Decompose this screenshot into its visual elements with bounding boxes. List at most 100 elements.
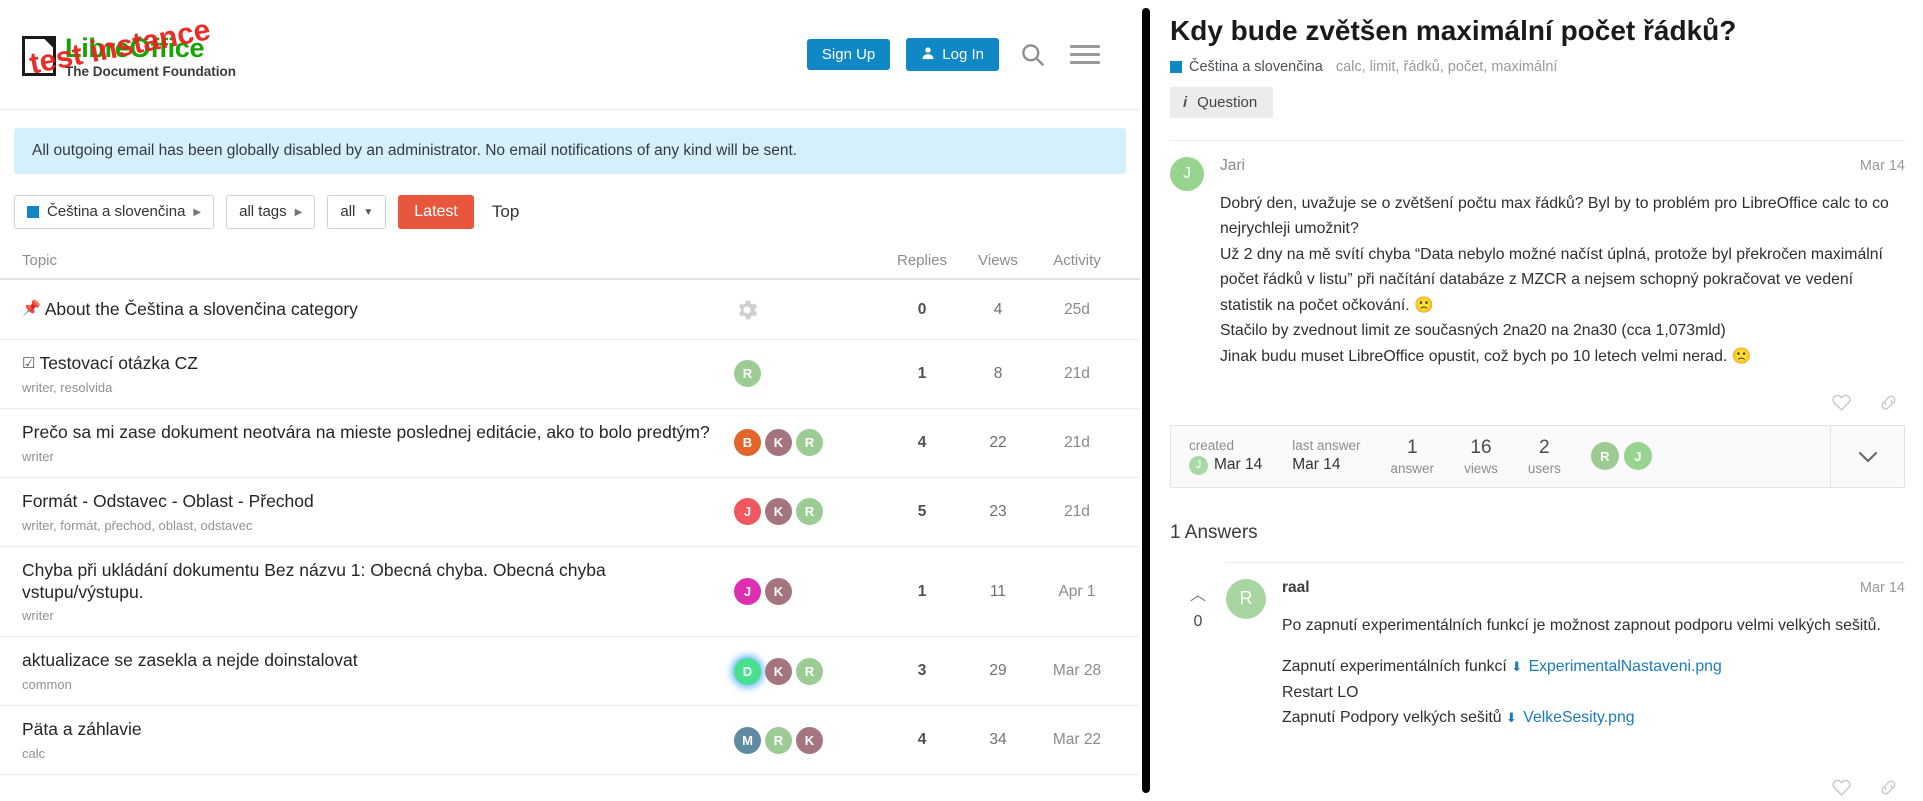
replies-count: 5	[917, 502, 927, 520]
avatar[interactable]: K	[765, 429, 792, 457]
column-header-activity: Activity	[1053, 252, 1101, 269]
summary-created: created J Mar 14	[1189, 438, 1262, 475]
heart-icon[interactable]	[1831, 392, 1852, 413]
summary-answers-label: answer	[1390, 460, 1435, 476]
scope-filter-dropdown[interactable]: all ▼	[327, 194, 387, 230]
activity-date: 21d	[1064, 364, 1090, 382]
avatar[interactable]: M	[734, 726, 761, 754]
question-category[interactable]: Čeština a slovenčina	[1170, 59, 1323, 75]
summary-last-answer-value[interactable]: Mar 14	[1292, 456, 1340, 474]
replies-count: 4	[917, 731, 927, 749]
avatar[interactable]: J	[1170, 156, 1204, 191]
avatar[interactable]: K	[796, 726, 823, 754]
heart-icon[interactable]	[1831, 777, 1852, 798]
avatar[interactable]: K	[765, 657, 792, 685]
post-author[interactable]: Jari	[1220, 157, 1245, 175]
pane-divider	[1140, 0, 1152, 801]
category-color-swatch	[27, 206, 39, 218]
participant-avatars: BKR	[734, 429, 884, 457]
pin-icon: 📌	[22, 300, 41, 318]
search-icon[interactable]	[1015, 37, 1050, 72]
category-filter-label: Čeština a slovenčina	[47, 202, 186, 220]
summary-views: 16 views	[1464, 437, 1498, 476]
question-type-badge[interactable]: i Question	[1170, 86, 1274, 118]
avatar[interactable]: R	[1590, 442, 1619, 471]
topic-cell: ☑ Testovací otázka CZ writer, resolvida	[22, 353, 734, 395]
tags-filter-dropdown[interactable]: all tags ▶	[226, 194, 316, 230]
replies-count: 1	[917, 364, 927, 382]
table-row[interactable]: Prečo sa mi zase dokument neotvára na mi…	[0, 409, 1140, 478]
avatar[interactable]: J	[734, 498, 761, 526]
topic-title-text: Päta a záhlavie	[22, 719, 142, 740]
participant-avatars: DKR	[734, 657, 884, 685]
avatar[interactable]: J	[1623, 442, 1652, 471]
topic-tags[interactable]: writer	[22, 449, 718, 464]
forum-list-pane: LibreOffice The Document Foundation test…	[0, 0, 1140, 801]
page-root: LibreOffice The Document Foundation test…	[0, 0, 1923, 801]
gear-icon	[734, 297, 884, 323]
tab-latest[interactable]: Latest	[398, 195, 474, 229]
chevron-down-icon: ▼	[363, 206, 374, 218]
log-in-button[interactable]: Log In	[906, 38, 999, 71]
table-row[interactable]: Päta a záhlavie calc M R K 4 34 Mar 22	[0, 706, 1140, 776]
attachment-link-2[interactable]: VelkeSesity.png	[1523, 709, 1634, 726]
answer-author[interactable]: raal	[1282, 579, 1310, 597]
topic-title-link[interactable]: Päta a záhlavie	[22, 719, 718, 741]
topic-title-text: Testovací otázka CZ	[39, 353, 198, 373]
avatar[interactable]: K	[765, 578, 792, 605]
site-logo[interactable]: LibreOffice The Document Foundation test…	[22, 13, 342, 90]
avatar[interactable]: K	[765, 498, 792, 526]
topic-tags[interactable]: common	[22, 677, 718, 692]
post-body-text: Dobrý den, uvažuje se o zvětšení počtu m…	[1220, 191, 1905, 370]
avatar[interactable]: J	[1189, 455, 1208, 475]
expand-summary-button[interactable]	[1830, 425, 1904, 487]
topic-title-link[interactable]: ☑ Testovací otázka CZ	[22, 353, 718, 375]
topic-title-link[interactable]: Chyba při ukládání dokumentu Bez názvu 1…	[22, 560, 718, 604]
avatar[interactable]: R	[734, 360, 761, 388]
attachment-link-1[interactable]: ExperimentalNastaveni.png	[1529, 658, 1722, 675]
tab-top[interactable]: Top	[486, 194, 525, 230]
topic-row-container: 📌 About the Čeština a slovenčina category…	[0, 280, 1140, 776]
table-row[interactable]: Formát - Odstavec - Oblast - Přechod writ…	[0, 478, 1140, 547]
avatar[interactable]: B	[734, 429, 761, 457]
avatar[interactable]: J	[734, 578, 761, 605]
avatar[interactable]: R	[796, 429, 823, 457]
answer-paragraph: Po zapnutí experimentálních funkcí je mo…	[1282, 616, 1881, 634]
topic-title-link[interactable]: aktualizace se zasekla a nejde doinstalo…	[22, 650, 718, 672]
tags-filter-label: all tags	[239, 202, 287, 220]
avatar[interactable]: R	[765, 726, 792, 754]
summary-created-label: created	[1189, 437, 1235, 453]
hamburger-menu-icon[interactable]	[1066, 41, 1104, 68]
category-filter-dropdown[interactable]: Čeština a slovenčina ▶	[14, 194, 215, 230]
answer-line-2-text: Restart LO	[1282, 683, 1359, 701]
avatar[interactable]: R	[796, 498, 823, 526]
summary-created-value: Mar 14	[1214, 456, 1263, 474]
table-row[interactable]: Chyba při ukládání dokumentu Bez názvu 1…	[0, 547, 1140, 638]
activity-date: 21d	[1064, 502, 1090, 520]
topic-tags[interactable]: writer, formát, přechod, oblast, odstave…	[22, 518, 718, 533]
admin-notice-banner: All outgoing email has been globally dis…	[14, 128, 1126, 174]
table-row[interactable]: 📌 About the Čeština a slovenčina category…	[0, 280, 1140, 340]
topic-title-link[interactable]: Prečo sa mi zase dokument neotvára na mi…	[22, 422, 718, 444]
activity-date: 21d	[1064, 433, 1090, 451]
question-tags[interactable]: calc, limit, řádků, počet, maximální	[1336, 59, 1558, 75]
topic-tags[interactable]: calc	[22, 746, 718, 761]
topic-tags[interactable]: writer, resolvida	[22, 380, 718, 395]
sign-up-button[interactable]: Sign Up	[806, 39, 891, 70]
topic-table: Topic Replies Views Activity 📌 About the …	[0, 252, 1140, 776]
table-row[interactable]: aktualizace se zasekla a nejde doinstalo…	[0, 637, 1140, 707]
topic-tags[interactable]: writer	[22, 608, 718, 623]
link-icon[interactable]	[1878, 392, 1899, 413]
avatar[interactable]: R	[796, 657, 823, 685]
avatar[interactable]: D	[734, 657, 761, 685]
sign-up-label: Sign Up	[821, 46, 876, 63]
table-row[interactable]: ☑ Testovací otázka CZ writer, resolvida R 1 8…	[0, 340, 1140, 409]
topic-title-link[interactable]: Formát - Odstavec - Oblast - Přechod	[22, 491, 718, 513]
topic-title-text: aktualizace se zasekla a nejde doinstalo…	[22, 650, 358, 671]
upvote-icon[interactable]: ︿	[1190, 587, 1206, 604]
views-count: 29	[989, 662, 1007, 680]
post-line: Stačilo by zvednout limit ze současných …	[1220, 322, 1726, 340]
link-icon[interactable]	[1878, 777, 1899, 798]
topic-title-link[interactable]: 📌 About the Čeština a slovenčina category	[22, 299, 718, 321]
avatar[interactable]: R	[1226, 578, 1266, 619]
